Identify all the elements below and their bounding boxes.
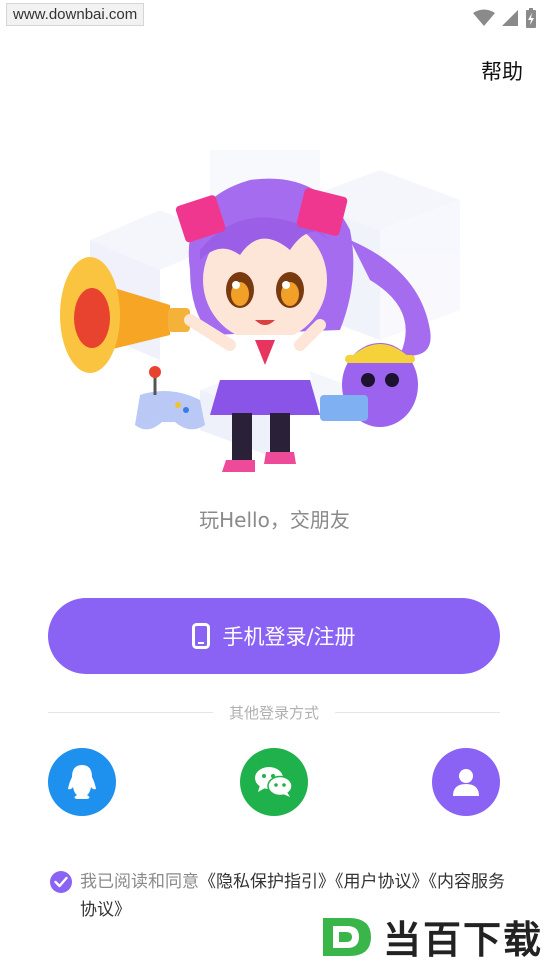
agreement-prefix: 我已阅读和同意 bbox=[80, 872, 199, 892]
wechat-login-button[interactable] bbox=[240, 748, 308, 816]
checkmark-icon bbox=[54, 876, 68, 888]
privacy-policy-link[interactable]: 《隐私保护指引》 bbox=[199, 872, 335, 892]
phone-login-button[interactable]: 手机登录/注册 bbox=[48, 598, 500, 674]
user-icon bbox=[453, 769, 479, 796]
status-icons bbox=[473, 8, 537, 28]
agreement-checkbox[interactable] bbox=[50, 871, 72, 893]
account-login-button[interactable] bbox=[432, 748, 500, 816]
signal-icon bbox=[502, 10, 518, 26]
brand-logo-icon bbox=[322, 917, 371, 956]
other-login-label: 其他登录方式 bbox=[229, 704, 320, 722]
tagline: 玩Hello，交朋友 bbox=[199, 508, 350, 532]
brand-watermark: 当百下载 bbox=[319, 909, 543, 964]
help-link[interactable]: 帮助 bbox=[481, 56, 523, 86]
hero-illustration bbox=[60, 150, 460, 472]
phone-login-label: 手机登录/注册 bbox=[222, 625, 356, 649]
divider-line bbox=[48, 712, 213, 713]
brand-watermark-text: 当百下载 bbox=[382, 920, 543, 962]
gamepad-icon bbox=[135, 366, 205, 430]
status-bar: www.downbai.com bbox=[0, 0, 549, 34]
battery-icon bbox=[526, 8, 536, 28]
qq-icon bbox=[68, 765, 96, 799]
divider-line bbox=[335, 712, 501, 713]
wechat-icon bbox=[255, 767, 293, 797]
wifi-icon bbox=[473, 9, 495, 26]
other-login-divider: 其他登录方式 bbox=[48, 702, 501, 723]
qq-login-button[interactable] bbox=[48, 748, 116, 816]
phone-icon bbox=[192, 623, 211, 649]
user-agreement-link[interactable]: 《用户协议》 bbox=[335, 872, 429, 892]
site-watermark: www.downbai.com bbox=[6, 3, 145, 26]
